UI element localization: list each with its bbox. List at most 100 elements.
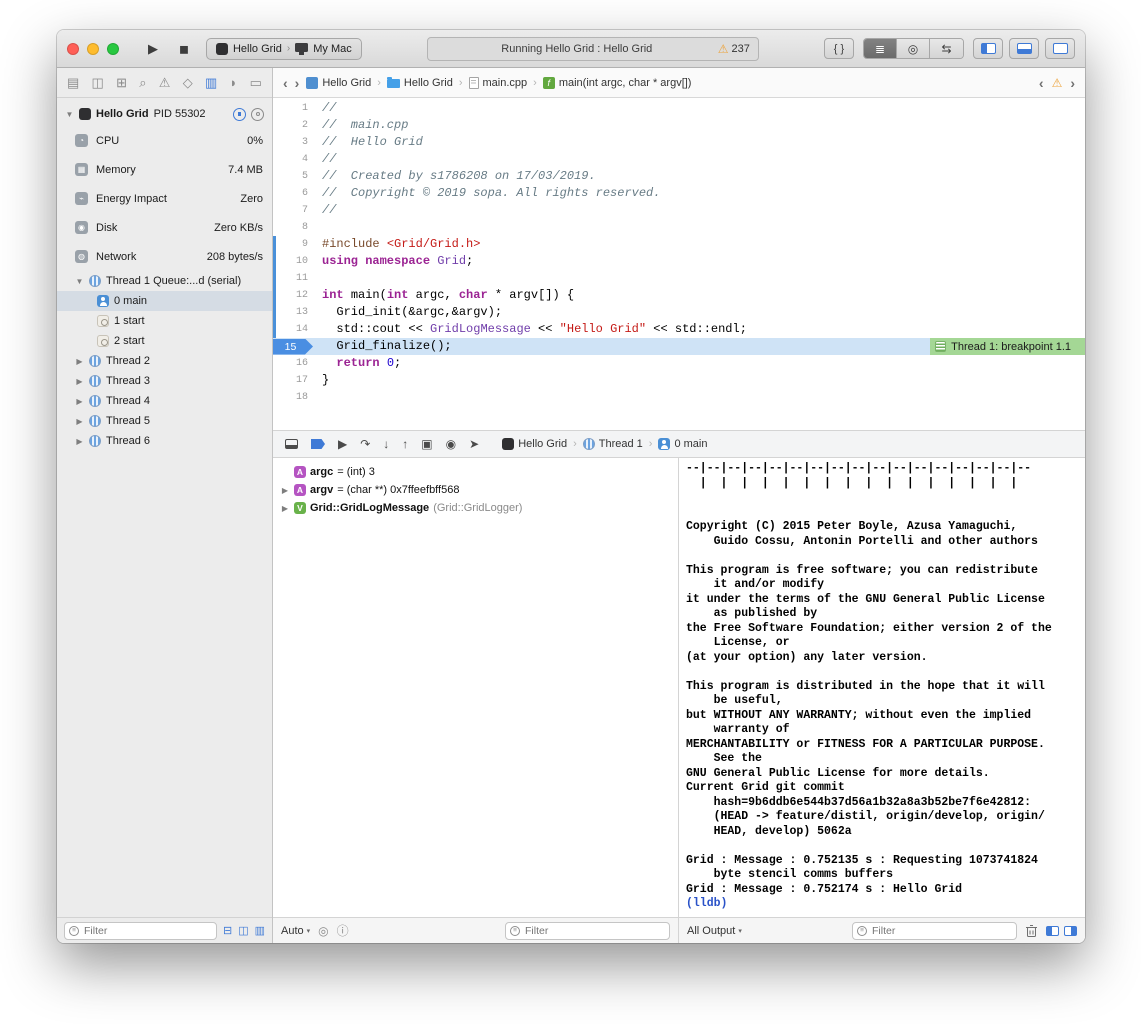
disclosure-triangle[interactable]: ▶ [280,486,290,495]
quicklook-button[interactable]: ◎ [318,925,328,937]
code-line[interactable]: 8 [273,219,1085,236]
disclosure-triangle[interactable]: ▶ [75,377,84,386]
jumpbar-item[interactable]: Hello Grid [387,77,453,89]
line-number[interactable]: 1 [273,103,317,114]
line-number[interactable]: 17 [273,375,317,386]
code-line[interactable]: 2// main.cpp [273,117,1085,134]
warning-count-badge[interactable]: ⚠ 237 [718,43,750,55]
code-line[interactable]: 10using namespace Grid; [273,253,1085,270]
thread-row[interactable]: ▶Thread 6 [57,431,272,451]
pause-process-button[interactable] [233,108,246,121]
code-line[interactable]: 5// Created by s1786208 on 17/03/2019. [273,168,1085,185]
disclosure-triangle[interactable]: ▶ [75,357,84,366]
stack-frame-row[interactable]: 0 main [57,291,272,311]
variables-scope-dropdown[interactable]: Auto ▾ [281,925,310,937]
report-navigator-icon[interactable]: ▭ [250,75,262,91]
issue-warning-icon[interactable]: ⚠ [1052,77,1063,89]
find-navigator-icon[interactable]: ⌕ [139,75,146,91]
variables-filter-input[interactable] [505,922,670,940]
stack-frame-row[interactable]: 1 start [57,311,272,331]
back-button[interactable]: ‹ [283,76,288,90]
step-over-button[interactable]: ↷ [360,438,370,450]
console-output[interactable]: --|--|--|--|--|--|--|--|--|--|--|--|--|-… [679,458,1085,917]
clear-console-button[interactable] [1025,924,1038,938]
console-filter-input[interactable] [852,922,1017,940]
filter-frames-button[interactable]: ▥ [255,924,265,937]
flatten-stack-button[interactable]: ⊟ [223,924,232,937]
thread-row[interactable]: ▶Thread 4 [57,391,272,411]
variable-row[interactable]: Aargc= (int) 3 [280,463,678,481]
debugbar-crumb[interactable]: Hello Grid [502,438,567,450]
code-line[interactable]: 11 [273,270,1085,287]
line-number[interactable]: 6 [273,188,317,199]
project-navigator-icon[interactable]: ▤ [67,75,79,91]
gauge-row[interactable]: ⌁Energy ImpactZero [57,184,272,213]
step-into-button[interactable]: ↓ [383,438,389,450]
disclosure-triangle[interactable]: ▶ [75,437,84,446]
code-line[interactable]: 13 Grid_init(&argc,&argv); [273,304,1085,321]
issue-navigator-icon[interactable]: ⚠ [159,75,171,91]
debugbar-crumb[interactable]: 0 main [658,438,707,450]
code-line[interactable]: 6// Copyright © 2019 sopa. All rights re… [273,185,1085,202]
code-line[interactable]: 17} [273,372,1085,389]
toggle-navigator-button[interactable] [973,38,1003,59]
run-button[interactable]: ▶ [142,41,164,57]
line-number[interactable]: 18 [273,392,317,403]
breakpoint-marker[interactable]: 15 [273,339,313,355]
previous-issue-button[interactable]: ‹ [1039,76,1044,90]
code-line[interactable]: 12int main(int argc, char * argv[]) { [273,287,1085,304]
memory-graph-button[interactable] [251,108,264,121]
stop-button[interactable]: ◼ [173,42,195,56]
line-number[interactable]: 10 [273,256,317,267]
disclosure-triangle[interactable]: ▼ [75,277,84,286]
toggle-variables-button[interactable] [1046,926,1059,936]
code-line[interactable]: 9#include <Grid/Grid.h> [273,236,1085,253]
code-line[interactable]: 7// [273,202,1085,219]
simulate-location-button[interactable]: ➤ [469,438,479,450]
line-number[interactable]: 7 [273,205,317,216]
toggle-inspector-button[interactable] [1045,38,1075,59]
line-number[interactable]: 11 [273,273,317,284]
debugbar-crumb[interactable]: Thread 1 [583,438,643,450]
breakpoint-annotation[interactable]: Thread 1: breakpoint 1.1 [930,338,1085,355]
variable-row[interactable]: ▶VGrid::GridLogMessage(Grid::GridLogger) [280,499,678,517]
thread-row[interactable]: ▶Thread 3 [57,371,272,391]
assistant-editor-button[interactable]: ◎ [897,39,930,58]
line-number[interactable]: 16 [273,358,317,369]
disclosure-triangle[interactable]: ▼ [65,110,74,119]
code-line[interactable]: 14 std::cout << GridLogMessage << "Hello… [273,321,1085,338]
line-number[interactable]: 14 [273,324,317,335]
symbol-navigator-icon[interactable]: ⊞ [116,75,127,91]
zoom-window-button[interactable] [107,43,119,55]
jumpbar-item[interactable]: main(int argc, char * argv[]) [543,77,692,89]
line-number[interactable]: 12 [273,290,317,301]
stack-frame-row[interactable]: 2 start [57,331,272,351]
code-line[interactable]: 16 return 0; [273,355,1085,372]
thread-row[interactable]: ▶Thread 2 [57,351,272,371]
gauge-row[interactable]: ◍Network208 bytes/s [57,242,272,271]
toggle-debug-area-button[interactable] [1009,38,1039,59]
gauge-row[interactable]: ◉DiskZero KB/s [57,213,272,242]
close-window-button[interactable] [67,43,79,55]
version-editor-button[interactable]: ⇆ [930,39,963,58]
forward-button[interactable]: › [295,76,300,90]
line-number[interactable]: 8 [273,222,317,233]
line-number[interactable]: 4 [273,154,317,165]
hide-debug-area-button[interactable] [285,439,298,449]
info-button[interactable]: ⓘ [337,925,349,937]
gauge-row[interactable]: ▦Memory7.4 MB [57,155,272,184]
line-number[interactable]: 9 [273,239,317,250]
process-row[interactable]: ▼ Hello Grid PID 55302 [57,102,272,126]
code-line[interactable]: 15 Grid_finalize();Thread 1: breakpoint … [273,338,1085,355]
source-control-navigator-icon[interactable]: ◫ [92,75,104,91]
breakpoints-toggle-button[interactable] [311,439,325,449]
continue-button[interactable]: ▶ [338,438,347,450]
view-mode-button[interactable]: ◫ [238,924,248,937]
gauge-row[interactable]: ◔CPU0% [57,126,272,155]
standard-editor-button[interactable]: ≣ [864,39,897,58]
next-issue-button[interactable]: › [1070,76,1075,90]
console-scope-dropdown[interactable]: All Output ▾ [687,925,742,937]
disclosure-triangle[interactable]: ▶ [280,504,290,513]
line-number[interactable]: 5 [273,171,317,182]
thread-row[interactable]: ▼Thread 1 Queue:...d (serial) [57,271,272,291]
